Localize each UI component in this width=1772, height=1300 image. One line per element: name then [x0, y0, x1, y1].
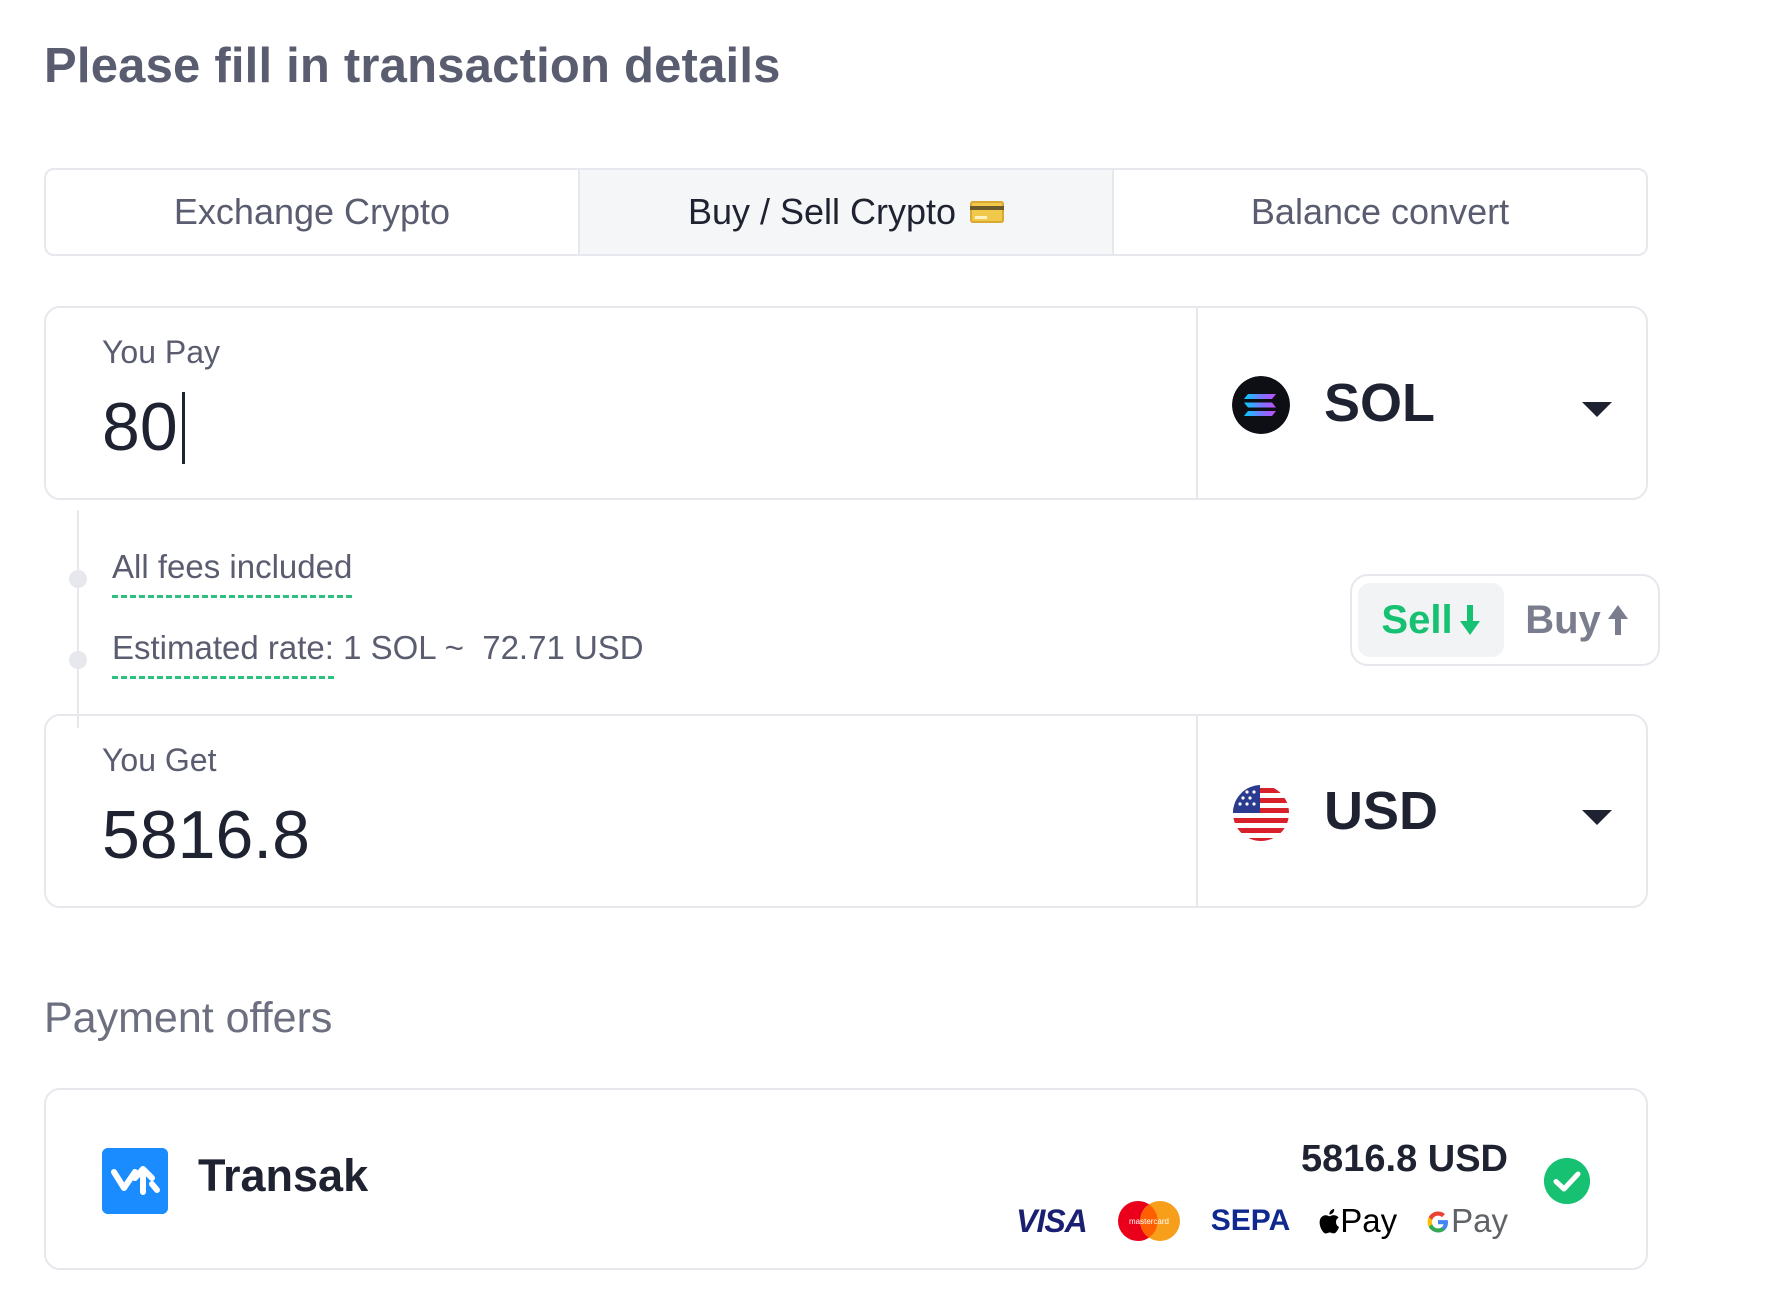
info-timeline: [77, 510, 79, 728]
sell-button[interactable]: Sell: [1358, 583, 1504, 657]
check-circle-icon: [1544, 1158, 1590, 1204]
apple-pay-logo: Pay: [1318, 1202, 1397, 1240]
payment-methods: VISA mastercard SEPA Pay Pay: [1016, 1200, 1508, 1242]
tab-buy-sell-crypto[interactable]: Buy / Sell Crypto: [580, 170, 1114, 254]
rate-value: 1 SOL ~ 72.71 USD: [343, 629, 644, 666]
get-amount-field[interactable]: You Get 5816.8: [46, 716, 1196, 906]
fees-included-label: All fees included: [112, 548, 353, 598]
solana-icon: [1232, 376, 1290, 434]
sell-buy-toggle: Sell Buy: [1350, 574, 1660, 666]
timeline-dot: [69, 651, 87, 669]
get-currency-code: USD: [1324, 781, 1439, 841]
chevron-down-icon: [1582, 810, 1612, 825]
mode-tabs: Exchange Crypto Buy / Sell Crypto Balanc…: [44, 168, 1648, 256]
page-title: Please fill in transaction details: [44, 39, 781, 93]
transaction-page: Please fill in transaction details Excha…: [0, 0, 1772, 1300]
arrow-up-icon: [1607, 605, 1628, 635]
google-g-icon: [1427, 1211, 1449, 1233]
get-amount-value[interactable]: 5816.8: [102, 796, 1002, 874]
visa-logo: VISA: [1016, 1202, 1088, 1239]
offer-card-transak[interactable]: Transak 5816.8 USD VISA mastercard SEPA …: [44, 1088, 1648, 1270]
payment-offers-title: Payment offers: [44, 994, 333, 1042]
tab-exchange-crypto[interactable]: Exchange Crypto: [46, 170, 580, 254]
text-cursor: [181, 392, 185, 464]
tab-label: Buy / Sell Crypto: [687, 191, 957, 232]
us-flag-icon: [1233, 785, 1289, 841]
get-amount-box: You Get 5816.8 USD: [44, 714, 1648, 908]
tab-label: Exchange Crypto: [173, 191, 451, 232]
pay-amount-box: You Pay 80 SOL: [44, 306, 1648, 500]
apple-pay-label: Pay: [1340, 1202, 1398, 1239]
mastercard-wordmark: mastercard: [1129, 1217, 1169, 1226]
transak-logo-icon: [102, 1148, 168, 1214]
timeline-dot: [69, 570, 87, 588]
rate-info[interactable]: Estimated rate: 1 SOL ~ 72.71 USD: [112, 629, 644, 679]
get-currency-select[interactable]: USD: [1196, 716, 1646, 906]
tab-label: Balance convert: [1250, 191, 1510, 232]
google-pay-label: Pay: [1451, 1202, 1508, 1239]
offer-amount: 5816.8 USD: [1300, 1138, 1508, 1180]
google-pay-logo: Pay: [1425, 1202, 1508, 1240]
credit-card-icon: [970, 201, 1005, 223]
apple-icon: [1319, 1209, 1340, 1234]
fees-info[interactable]: All fees included: [112, 548, 353, 598]
pay-label: You Pay: [102, 334, 221, 370]
pay-currency-code: SOL: [1324, 373, 1436, 433]
buy-label: Buy: [1525, 597, 1601, 642]
rate-label: Estimated rate:: [112, 629, 334, 679]
tab-balance-convert[interactable]: Balance convert: [1114, 170, 1646, 254]
pay-amount-input[interactable]: 80: [102, 388, 1002, 466]
chevron-down-icon: [1582, 402, 1612, 417]
sell-label: Sell: [1381, 597, 1453, 642]
get-label: You Get: [102, 742, 217, 778]
buy-button[interactable]: Buy: [1504, 583, 1650, 657]
pay-currency-select[interactable]: SOL: [1196, 308, 1646, 498]
mastercard-logo-icon: mastercard: [1117, 1201, 1180, 1241]
pay-amount-field[interactable]: You Pay 80: [46, 308, 1196, 498]
arrow-down-icon: [1459, 605, 1480, 635]
sepa-logo: SEPA: [1210, 1204, 1291, 1237]
provider-name: Transak: [198, 1150, 369, 1201]
